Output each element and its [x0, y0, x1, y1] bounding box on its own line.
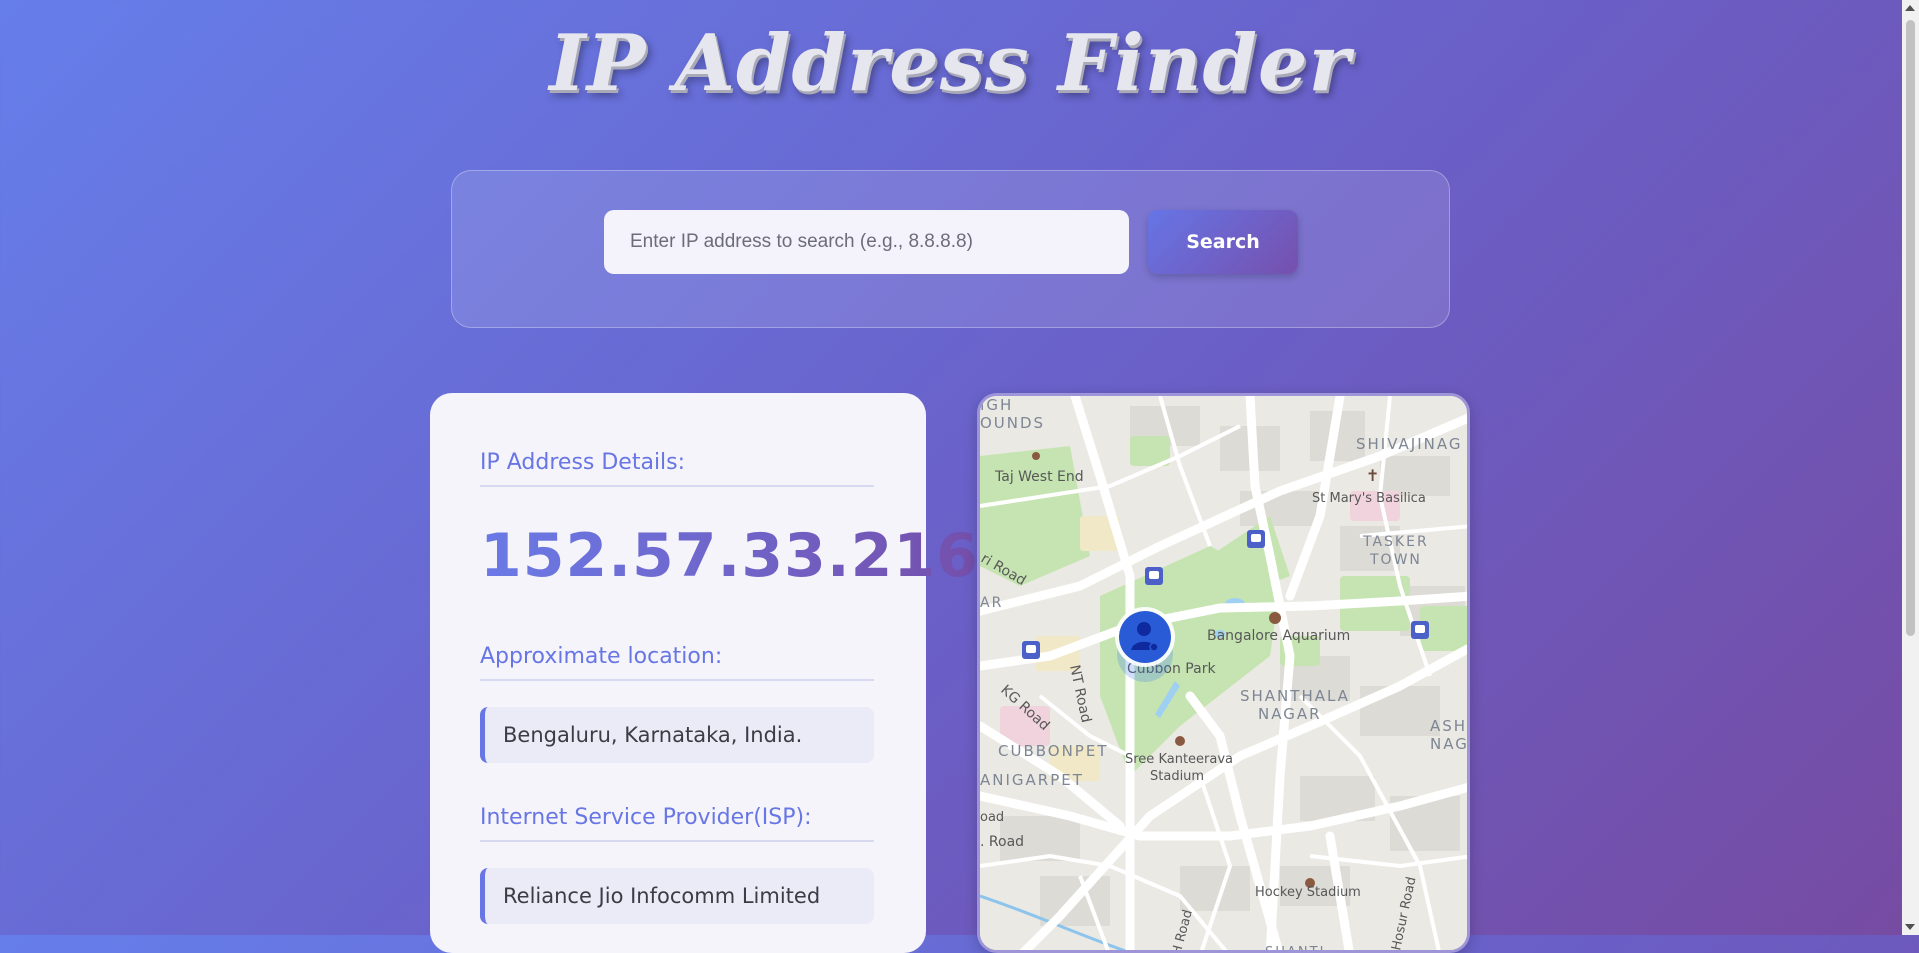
stadium-icon	[1175, 736, 1185, 746]
location-map[interactable]: ✝ Taj West End IGH OUNDS SHIVAJINAG St M…	[977, 393, 1470, 953]
metro-station-icon	[1247, 530, 1265, 548]
scroll-thumb[interactable]	[1906, 20, 1915, 636]
isp-heading: Internet Service Provider(ISP):	[480, 805, 874, 842]
map-label-oad: oad	[980, 810, 1004, 825]
map-label-cubbonpet: CUBBONPET	[998, 742, 1108, 760]
map-label-kanteerava-1: Sree Kanteerava	[1125, 752, 1233, 767]
map-label-asho-2: NAGA	[1430, 735, 1470, 753]
map-label-st-marys: St Mary's Basilica	[1312, 491, 1426, 506]
scroll-up-arrow-icon[interactable]	[1905, 5, 1915, 11]
map-label-shanthala-2: NAGAR	[1258, 705, 1322, 723]
location-heading: Approximate location:	[480, 644, 874, 681]
map-label-high-grounds-2: OUNDS	[980, 414, 1045, 432]
map-label-shivajinagar: SHIVAJINAG	[1356, 435, 1462, 453]
aquarium-icon	[1269, 612, 1281, 624]
ip-details-card: IP Address Details: 152.57.33.216 Approx…	[430, 393, 978, 953]
map-label-s-edge: S	[1467, 509, 1470, 524]
isp-value: Reliance Jio Infocomm Limited	[480, 868, 874, 924]
metro-station-icon	[1145, 567, 1163, 585]
map-label-shanthala-1: SHANTHALA	[1240, 687, 1350, 705]
map-canvas[interactable]: ✝ Taj West End IGH OUNDS SHIVAJINAG St M…	[980, 396, 1470, 953]
user-location-marker[interactable]	[1115, 607, 1175, 682]
map-label-shanti: SHANTI	[1265, 945, 1325, 953]
ip-address-value: 152.57.33.216	[480, 521, 979, 591]
scroll-down-arrow-icon[interactable]	[1905, 924, 1915, 930]
map-label-road-left: . Road	[980, 834, 1024, 850]
page-scrollbar[interactable]	[1902, 0, 1919, 935]
map-label-kanteerava-2: Stadium	[1150, 769, 1204, 784]
ip-search-input[interactable]	[604, 210, 1129, 274]
search-panel: Search	[451, 170, 1450, 328]
metro-station-icon	[1022, 641, 1040, 659]
search-button[interactable]: Search	[1148, 210, 1298, 274]
map-label-hockey: Hockey Stadium	[1255, 885, 1361, 900]
map-label-asho-1: ASHO	[1430, 717, 1470, 735]
map-label-anigarpet: ANIGARPET	[980, 771, 1084, 789]
map-label-ar: AR	[980, 595, 1003, 611]
metro-station-icon	[1411, 621, 1429, 639]
page-title: IP Address Finder	[549, 18, 1351, 109]
map-label-tasker-1: TASKER	[1362, 534, 1429, 550]
church-icon: ✝	[1366, 466, 1379, 485]
map-label-aquarium: Bangalore Aquarium	[1207, 628, 1350, 644]
ip-details-heading: IP Address Details:	[480, 450, 874, 487]
map-label-taj: Taj West End	[994, 469, 1084, 485]
location-value: Bengaluru, Karnataka, India.	[480, 707, 874, 763]
map-label-high-grounds-1: IGH	[980, 396, 1013, 414]
map-label-tasker-2: TOWN	[1369, 552, 1422, 568]
hotel-icon	[1032, 452, 1040, 460]
